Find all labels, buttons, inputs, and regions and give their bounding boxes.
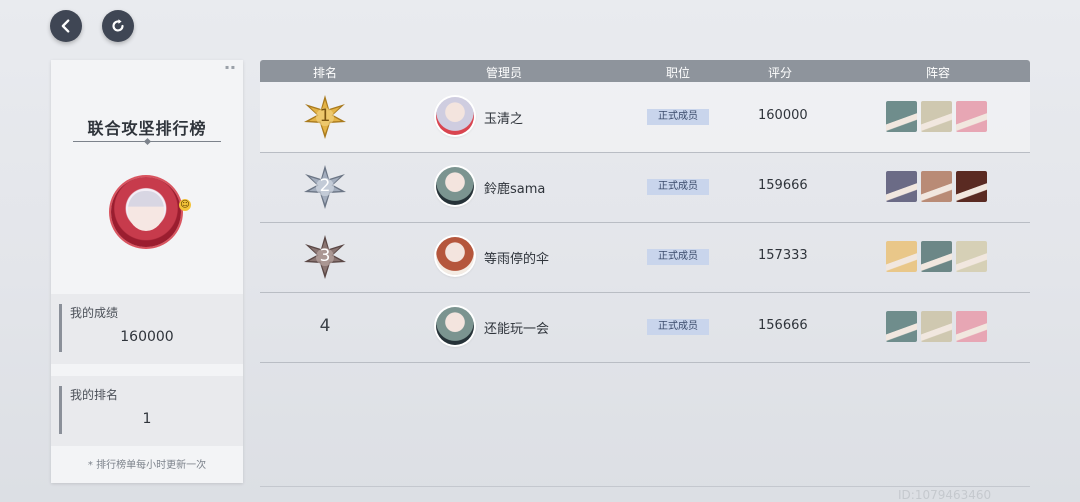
manager-avatar[interactable]	[436, 97, 474, 135]
team-character-icon[interactable]	[956, 241, 987, 272]
header-team: 阵容	[925, 66, 951, 80]
title-divider	[73, 141, 221, 142]
refresh-button[interactable]	[102, 10, 134, 42]
team-character-icon[interactable]	[956, 171, 987, 202]
role-badge: 正式成员	[647, 109, 709, 125]
score-value: 157333	[758, 248, 808, 263]
my-score-label: 我的成绩	[70, 306, 119, 320]
rank-number: 1	[319, 106, 331, 126]
team-lineup	[886, 241, 987, 272]
manager-name: 等雨停的伞	[484, 252, 550, 267]
header-rank: 排名	[312, 66, 338, 80]
header-role: 职位	[665, 66, 691, 80]
my-rank-box: 我的排名 1	[51, 376, 243, 446]
header-score: 评分	[767, 66, 793, 80]
leaderboard-header: 排名 管理员 职位 评分 阵容	[260, 60, 1030, 82]
manager-name: 还能玩一会	[484, 322, 550, 337]
team-character-icon[interactable]	[956, 101, 987, 132]
role-badge: 正式成员	[647, 249, 709, 265]
panel-title: 联合攻坚排行榜	[87, 119, 207, 138]
back-button[interactable]	[50, 10, 82, 42]
score-value: 160000	[758, 108, 808, 123]
my-ranking-panel: ▪ ▪ 联合攻坚排行榜 ☺ 我的成绩 160000 我的排名 1 * 排行榜单每…	[51, 60, 243, 483]
table-row[interactable]: 1 玉清之 正式成员 160000	[260, 82, 1030, 153]
refresh-icon	[112, 19, 124, 32]
team-character-icon[interactable]	[956, 311, 987, 342]
my-rank-label: 我的排名	[70, 388, 119, 402]
table-row[interactable]: 3 等雨停的伞 正式成员 157333	[260, 222, 1030, 293]
update-footnote: * 排行榜单每小时更新一次	[87, 460, 207, 471]
rank-number: 2	[319, 176, 331, 196]
team-lineup	[886, 171, 987, 202]
role-badge: 正式成员	[647, 179, 709, 195]
manager-name: 玉清之	[484, 112, 524, 127]
manager-avatar[interactable]	[436, 237, 474, 275]
my-score-value: 160000	[120, 329, 174, 345]
header-manager: 管理员	[485, 66, 523, 80]
panel-logo-icon: ▪ ▪	[224, 64, 235, 71]
emoji-icon: ☺	[179, 199, 191, 211]
rank-number: 3	[319, 246, 331, 266]
rank-number: 4	[319, 316, 331, 336]
score-value: 159666	[758, 178, 808, 193]
team-character-icon[interactable]	[921, 171, 952, 202]
team-character-icon[interactable]	[886, 171, 917, 202]
manager-avatar[interactable]	[436, 167, 474, 205]
chevron-left-icon	[61, 19, 70, 33]
table-bottom-divider	[260, 486, 1030, 487]
team-character-icon[interactable]	[921, 311, 952, 342]
my-score-box: 我的成绩 160000	[51, 294, 243, 364]
table-row[interactable]: 4 还能玩一会 正式成员 156666	[260, 292, 1030, 363]
my-rank-value: 1	[142, 411, 152, 427]
team-character-icon[interactable]	[921, 101, 952, 132]
manager-avatar[interactable]	[436, 307, 474, 345]
player-avatar: ☺	[111, 177, 191, 247]
team-character-icon[interactable]	[886, 241, 917, 272]
team-character-icon[interactable]	[886, 311, 917, 342]
table-row[interactable]: 2 鈴鹿sama 正式成员 159666	[260, 152, 1030, 223]
score-value: 156666	[758, 318, 808, 333]
user-id-text: ID:1079463460	[898, 488, 992, 502]
team-lineup	[886, 311, 987, 342]
manager-name: 鈴鹿sama	[484, 182, 546, 197]
team-character-icon[interactable]	[886, 101, 917, 132]
team-character-icon[interactable]	[921, 241, 952, 272]
team-lineup	[886, 101, 987, 132]
role-badge: 正式成员	[647, 319, 709, 335]
